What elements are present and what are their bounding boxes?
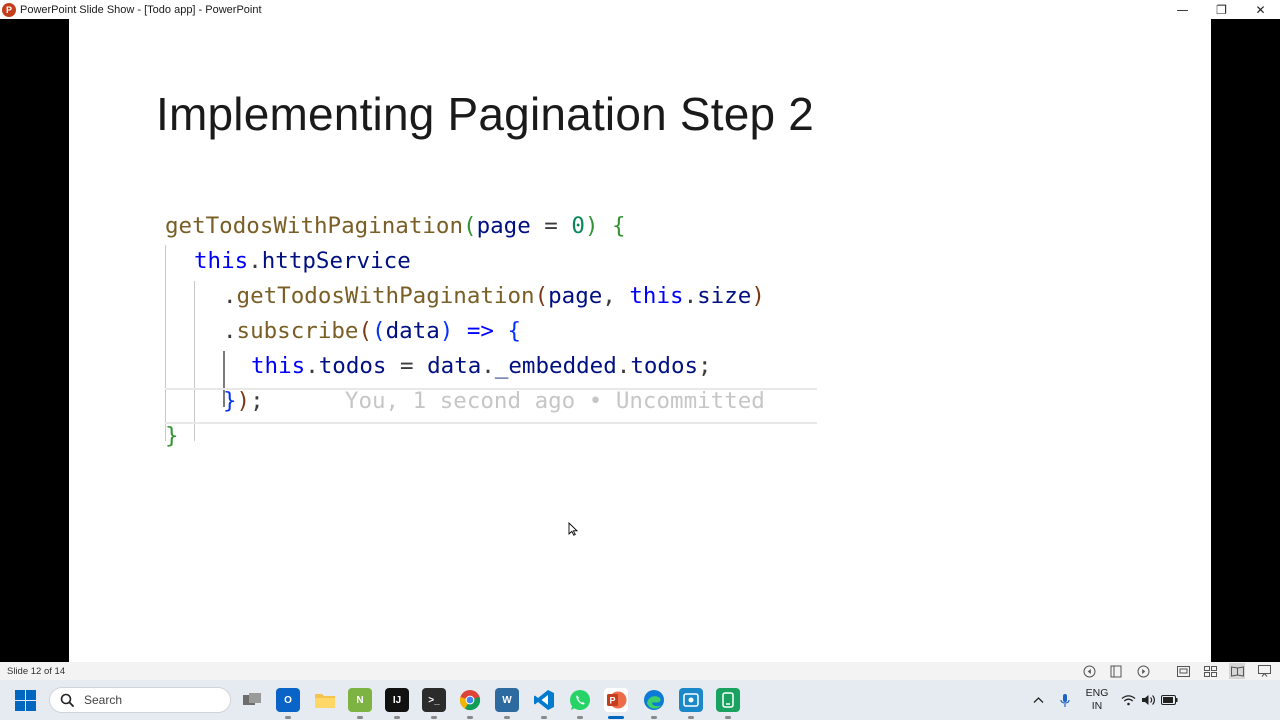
window-title-bar: P PowerPoint Slide Show - [Todo app] - P… bbox=[0, 0, 1280, 19]
indent-guide bbox=[165, 245, 166, 441]
volume-icon[interactable] bbox=[1140, 680, 1156, 720]
task-view-icon[interactable] bbox=[240, 688, 264, 712]
indent-guide bbox=[194, 281, 195, 441]
snipping-tool-icon[interactable] bbox=[679, 688, 703, 712]
terminal-running-indicator bbox=[431, 716, 437, 719]
slide-counter: Slide 12 of 14 bbox=[7, 665, 66, 677]
slide-show-area: Implementing Pagination Step 2 getTodosW… bbox=[0, 19, 1280, 662]
next-slide-icon[interactable] bbox=[1135, 663, 1151, 679]
search-icon bbox=[59, 693, 74, 708]
sorter-view-icon[interactable] bbox=[1202, 663, 1218, 679]
mysql-workbench-icon[interactable]: W bbox=[495, 688, 519, 712]
start-button[interactable] bbox=[15, 690, 36, 711]
normal-view-icon[interactable] bbox=[1175, 663, 1191, 679]
notepadpp-icon[interactable]: N bbox=[348, 688, 372, 712]
edge-running-indicator bbox=[651, 716, 657, 719]
current-line-border-bottom bbox=[165, 422, 817, 424]
powerpoint-running-indicator bbox=[608, 716, 624, 719]
region-code: IN bbox=[1091, 700, 1103, 712]
window-title: PowerPoint Slide Show - [Todo app] - Pow… bbox=[20, 3, 262, 16]
restore-button[interactable]: ❐ bbox=[1202, 0, 1241, 19]
previous-slide-icon[interactable] bbox=[1081, 663, 1097, 679]
mouse-pointer-icon bbox=[568, 522, 578, 536]
code-line-4: .subscribe((data) => { bbox=[223, 318, 522, 344]
snipping-tool-running-indicator bbox=[688, 716, 694, 719]
window-controls: — ❐ ✕ bbox=[1163, 0, 1280, 19]
outlook-icon[interactable]: O bbox=[276, 688, 300, 712]
chevron-up-icon[interactable] bbox=[1030, 680, 1046, 720]
chrome-icon[interactable] bbox=[458, 688, 482, 712]
code-line-5: this.todos = data._embedded.todos; bbox=[251, 353, 712, 379]
slide-title: Implementing Pagination Step 2 bbox=[156, 88, 815, 140]
windows-taskbar: Search O N IJ >_ W P ENG IN bbox=[0, 680, 1280, 720]
minimize-button[interactable]: — bbox=[1163, 0, 1202, 19]
code-line-7: } bbox=[165, 423, 179, 449]
whatsapp-running-indicator bbox=[577, 716, 583, 719]
chrome-running-indicator bbox=[467, 716, 473, 719]
svg-text:P: P bbox=[609, 696, 615, 706]
reading-view-icon[interactable] bbox=[1229, 663, 1245, 679]
vscode-running-indicator bbox=[541, 716, 547, 719]
whatsapp-icon[interactable] bbox=[568, 688, 592, 712]
input-language-indicator[interactable]: ENG IN bbox=[1083, 687, 1111, 713]
code-line-3: .getTodosWithPagination(page, this.size) bbox=[223, 283, 765, 309]
mysql-workbench-running-indicator bbox=[504, 716, 510, 719]
phone-link-running-indicator bbox=[725, 716, 731, 719]
close-button[interactable]: ✕ bbox=[1241, 0, 1280, 19]
taskbar-search-box[interactable]: Search bbox=[49, 687, 231, 713]
intellij-running-indicator bbox=[394, 716, 400, 719]
outlook-running-indicator bbox=[285, 716, 291, 719]
status-controls bbox=[1070, 663, 1272, 679]
slideshow-status-bar: Slide 12 of 14 bbox=[0, 662, 1280, 680]
code-line-1: getTodosWithPagination(page = 0) { bbox=[165, 213, 626, 239]
microphone-icon[interactable] bbox=[1058, 680, 1072, 720]
notepadpp-running-indicator bbox=[357, 716, 363, 719]
battery-icon[interactable] bbox=[1160, 680, 1178, 720]
vscode-icon[interactable] bbox=[532, 688, 556, 712]
powerpoint-app-icon: P bbox=[2, 2, 16, 17]
terminal-icon[interactable]: >_ bbox=[422, 688, 446, 712]
intellij-icon[interactable]: IJ bbox=[385, 688, 409, 712]
code-line-2: this.httpService bbox=[194, 248, 411, 274]
slide-sorter-icon[interactable] bbox=[1108, 663, 1124, 679]
phone-link-icon[interactable] bbox=[716, 688, 740, 712]
git-blame-annotation: You, 1 second ago • Uncommitted bbox=[344, 388, 765, 414]
powerpoint-taskbar-icon[interactable]: P bbox=[604, 688, 628, 712]
wifi-icon[interactable] bbox=[1120, 680, 1136, 720]
current-line-border-top bbox=[165, 388, 817, 390]
file-explorer-icon[interactable] bbox=[313, 688, 337, 712]
edge-icon[interactable] bbox=[642, 688, 666, 712]
slide-show-view-icon[interactable] bbox=[1256, 663, 1272, 679]
search-placeholder: Search bbox=[84, 693, 123, 707]
language-code: ENG bbox=[1085, 687, 1109, 699]
slide[interactable]: Implementing Pagination Step 2 getTodosW… bbox=[69, 19, 1211, 662]
